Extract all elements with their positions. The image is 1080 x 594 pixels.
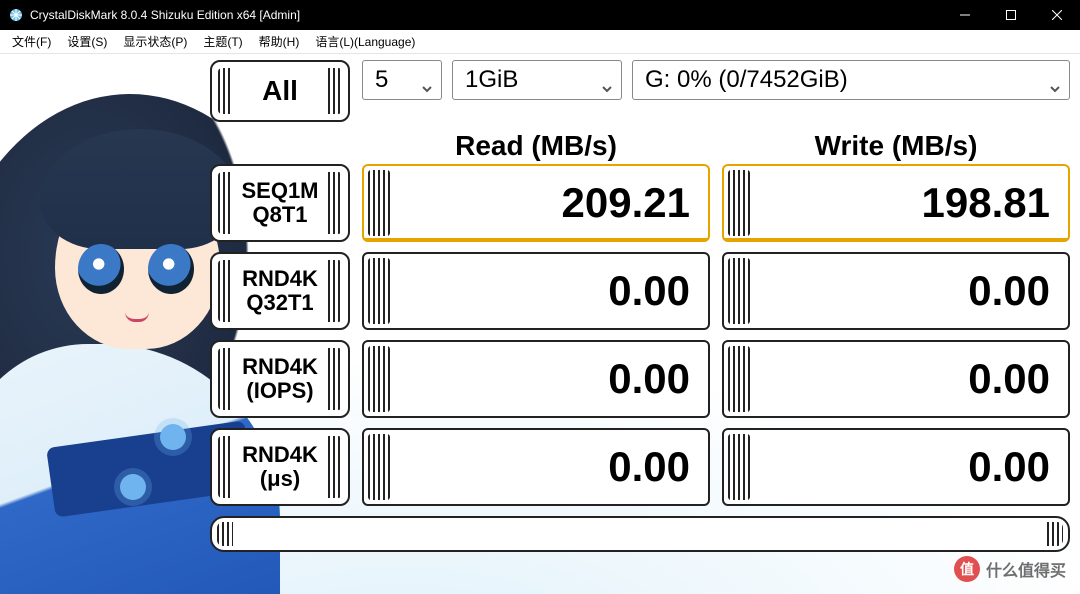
menu-settings[interactable]: 设置(S) bbox=[59, 30, 115, 53]
watermark-logo-icon: 值 bbox=[954, 556, 980, 582]
size-value: 1GiB bbox=[465, 66, 518, 94]
write-value: 0.00 bbox=[968, 443, 1050, 491]
menu-theme[interactable]: 主题(T) bbox=[195, 30, 250, 53]
cell-grip-icon bbox=[368, 434, 390, 500]
write-cell: 0.00 bbox=[722, 428, 1070, 506]
cell-grip-icon bbox=[368, 258, 390, 324]
status-bar bbox=[210, 516, 1070, 552]
test-label-1: RND4K bbox=[242, 267, 318, 291]
cell-grip-icon bbox=[728, 258, 750, 324]
test-label-2: Q32T1 bbox=[246, 291, 313, 315]
drive-value: G: 0% (0/7452GiB) bbox=[645, 66, 848, 94]
test-button[interactable]: RND4KQ32T1 bbox=[210, 252, 350, 330]
close-button[interactable] bbox=[1034, 0, 1080, 30]
write-cell: 0.00 bbox=[722, 340, 1070, 418]
drive-select[interactable]: G: 0% (0/7452GiB) bbox=[632, 60, 1070, 100]
read-cell: 0.00 bbox=[362, 428, 710, 506]
read-cell: 0.00 bbox=[362, 252, 710, 330]
read-value: 0.00 bbox=[608, 443, 690, 491]
read-cell: 209.21 bbox=[362, 164, 710, 242]
minimize-button[interactable] bbox=[942, 0, 988, 30]
watermark: 值 什么值得买 bbox=[954, 556, 1066, 582]
menu-language[interactable]: 语言(L)(Language) bbox=[307, 30, 423, 53]
runs-select[interactable]: 5 bbox=[362, 60, 442, 100]
bench-row: SEQ1MQ8T1 209.21 198.81 bbox=[210, 164, 1070, 242]
chevron-down-icon bbox=[1049, 74, 1061, 86]
test-label-1: SEQ1M bbox=[241, 179, 318, 203]
menu-help[interactable]: 帮助(H) bbox=[251, 30, 308, 53]
read-value: 0.00 bbox=[608, 267, 690, 315]
test-label-2: Q8T1 bbox=[252, 203, 307, 227]
size-select[interactable]: 1GiB bbox=[452, 60, 622, 100]
run-all-button[interactable]: All bbox=[210, 60, 350, 122]
window-title: CrystalDiskMark 8.0.4 Shizuku Edition x6… bbox=[30, 8, 942, 22]
read-value: 209.21 bbox=[562, 179, 690, 227]
bench-row: RND4K(IOPS) 0.00 0.00 bbox=[210, 340, 1070, 418]
maximize-button[interactable] bbox=[988, 0, 1034, 30]
test-button[interactable]: SEQ1MQ8T1 bbox=[210, 164, 350, 242]
watermark-text: 什么值得买 bbox=[986, 557, 1066, 581]
bench-row: RND4KQ32T1 0.00 0.00 bbox=[210, 252, 1070, 330]
test-label-1: RND4K bbox=[242, 443, 318, 467]
header-write: Write (MB/s) bbox=[722, 130, 1070, 164]
menu-file[interactable]: 文件(F) bbox=[4, 30, 59, 53]
header-read: Read (MB/s) bbox=[362, 130, 710, 164]
bench-row: RND4K(μs) 0.00 0.00 bbox=[210, 428, 1070, 506]
app-icon bbox=[8, 7, 24, 23]
test-label-2: (μs) bbox=[260, 467, 300, 491]
chevron-down-icon bbox=[601, 74, 613, 86]
write-cell: 0.00 bbox=[722, 252, 1070, 330]
cell-grip-icon bbox=[728, 346, 750, 412]
menubar: 文件(F) 设置(S) 显示状态(P) 主题(T) 帮助(H) 语言(L)(La… bbox=[0, 30, 1080, 54]
test-button[interactable]: RND4K(μs) bbox=[210, 428, 350, 506]
write-value: 198.81 bbox=[922, 179, 1050, 227]
run-all-label: All bbox=[262, 75, 298, 107]
cell-grip-icon bbox=[728, 434, 750, 500]
cell-grip-icon bbox=[728, 170, 750, 236]
cell-grip-icon bbox=[368, 170, 390, 236]
read-value: 0.00 bbox=[608, 355, 690, 403]
write-value: 0.00 bbox=[968, 355, 1050, 403]
test-label-1: RND4K bbox=[242, 355, 318, 379]
titlebar: CrystalDiskMark 8.0.4 Shizuku Edition x6… bbox=[0, 0, 1080, 30]
test-button[interactable]: RND4K(IOPS) bbox=[210, 340, 350, 418]
write-value: 0.00 bbox=[968, 267, 1050, 315]
test-label-2: (IOPS) bbox=[246, 379, 313, 403]
chevron-down-icon bbox=[421, 74, 433, 86]
runs-value: 5 bbox=[375, 66, 388, 94]
write-cell: 198.81 bbox=[722, 164, 1070, 242]
menu-display[interactable]: 显示状态(P) bbox=[115, 30, 195, 53]
cell-grip-icon bbox=[368, 346, 390, 412]
read-cell: 0.00 bbox=[362, 340, 710, 418]
